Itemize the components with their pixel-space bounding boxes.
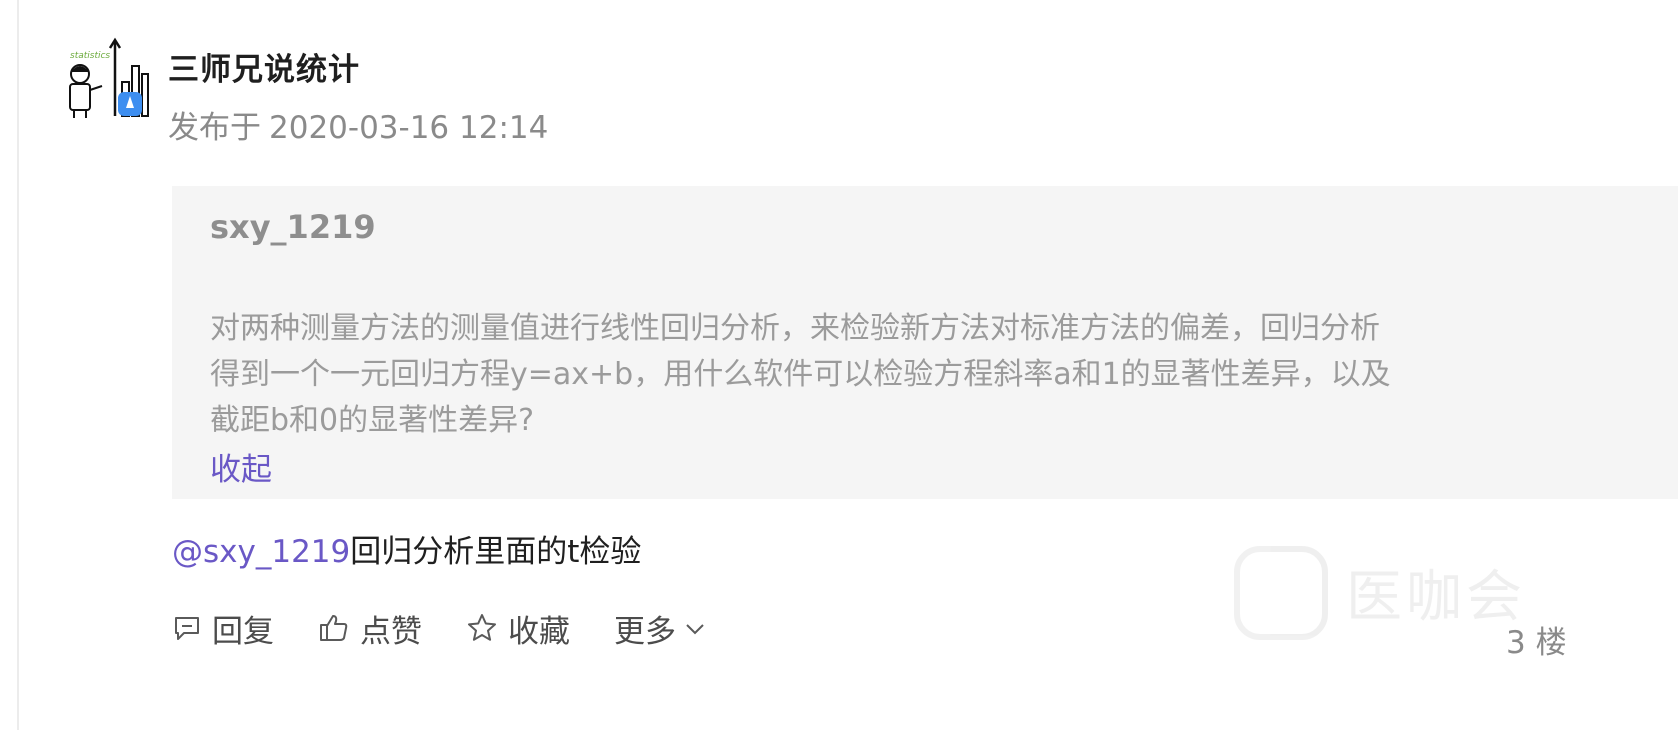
author-name[interactable]: 三师兄说统计	[168, 44, 360, 89]
reply-content: @sxy_1219回归分析里面的t检验	[172, 526, 641, 571]
action-bar: 回复 点赞 收藏 更多	[172, 606, 750, 650]
collapse-link[interactable]: 收起	[210, 444, 272, 489]
reply-button[interactable]: 回复	[172, 606, 274, 651]
author-avatar[interactable]: statistics	[60, 36, 150, 120]
more-button[interactable]: 更多	[614, 606, 706, 651]
like-label: 点赞	[360, 613, 422, 650]
mention-link[interactable]: @sxy_1219	[172, 534, 350, 570]
quoted-text-line: 对两种测量方法的测量值进行线性回归分析，来检验新方法对标准方法的偏差，回归分析	[210, 311, 1380, 346]
quoted-post: sxy_1219 对两种测量方法的测量值进行线性回归分析，来检验新方法对标准方法…	[172, 186, 1678, 499]
post-time-value: 2020-03-16 12:14	[269, 110, 549, 146]
watermark-icon	[1234, 546, 1328, 640]
watermark-logo: 医咖会	[1234, 546, 1534, 642]
svg-text:statistics: statistics	[70, 51, 110, 61]
statistician-avatar-icon: statistics	[69, 37, 149, 118]
left-border	[17, 0, 19, 730]
quoted-text-line: 得到一个一元回归方程y=ax+b，用什么软件可以检验方程斜率a和1的显著性差异，…	[210, 357, 1391, 392]
floor-number: 3 楼	[1506, 625, 1567, 661]
more-label: 更多	[614, 613, 676, 650]
reply-label: 回复	[212, 613, 274, 650]
like-button[interactable]: 点赞	[318, 606, 422, 651]
chevron-down-icon	[686, 624, 704, 635]
favorite-button[interactable]: 收藏	[466, 606, 570, 651]
star-icon	[468, 614, 496, 641]
quoted-username[interactable]: sxy_1219	[210, 208, 376, 246]
post-time-prefix: 发布于	[168, 110, 261, 146]
reply-body: 回归分析里面的t检验	[350, 534, 642, 570]
quoted-text-line: 截距b和0的显著性差异?	[210, 403, 535, 438]
watermark-text: 医咖会	[1346, 565, 1526, 630]
thumbs-up-icon	[320, 615, 348, 641]
comment-icon	[175, 617, 199, 640]
favorite-label: 收藏	[508, 613, 570, 650]
post-time: 发布于 2020-03-16 12:14	[168, 102, 556, 147]
quoted-text: 对两种测量方法的测量值进行线性回归分析，来检验新方法对标准方法的偏差，回归分析 …	[210, 306, 1530, 444]
